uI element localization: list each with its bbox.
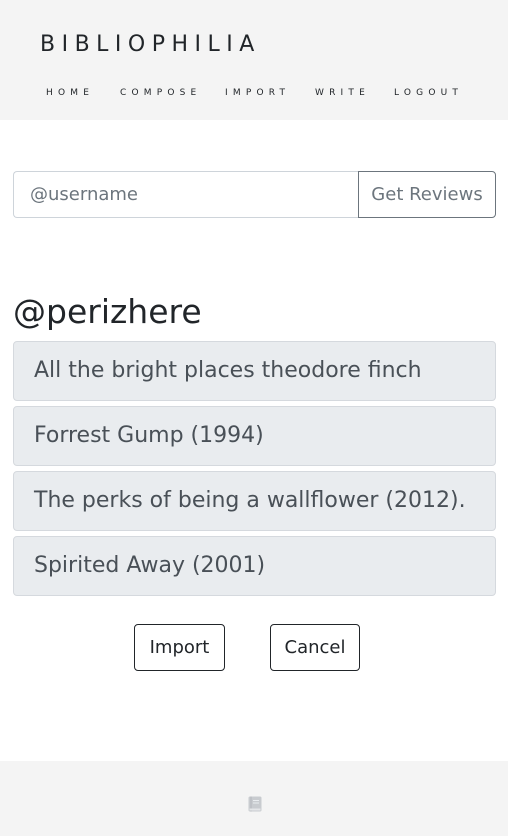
review-item[interactable]: All the bright places theodore finch — [13, 341, 496, 401]
username-search-input[interactable] — [13, 171, 359, 218]
nav-logout[interactable]: LOGOUT — [394, 86, 463, 100]
nav-write[interactable]: WRITE — [315, 86, 370, 100]
import-button[interactable]: Import — [134, 624, 225, 671]
nav-compose[interactable]: COMPOSE — [120, 86, 201, 100]
brand-logo[interactable]: BIBLIOPHILIA — [40, 30, 261, 60]
review-list: All the bright places theodore finch For… — [13, 341, 496, 601]
site-header: BIBLIOPHILIA HOME COMPOSE IMPORT WRITE L… — [0, 0, 508, 120]
book-icon — [248, 796, 262, 812]
nav-import[interactable]: IMPORT — [225, 86, 290, 100]
review-item[interactable]: The perks of being a wallflower (2012). — [13, 471, 496, 531]
main-nav: HOME COMPOSE IMPORT WRITE LOGOUT — [0, 86, 508, 100]
cancel-button[interactable]: Cancel — [270, 624, 360, 671]
nav-home[interactable]: HOME — [46, 86, 94, 100]
review-item[interactable]: Spirited Away (2001) — [13, 536, 496, 596]
get-reviews-button[interactable]: Get Reviews — [358, 171, 496, 218]
review-item[interactable]: Forrest Gump (1994) — [13, 406, 496, 466]
results-username-heading: @perizhere — [13, 292, 202, 331]
site-footer — [0, 761, 508, 836]
